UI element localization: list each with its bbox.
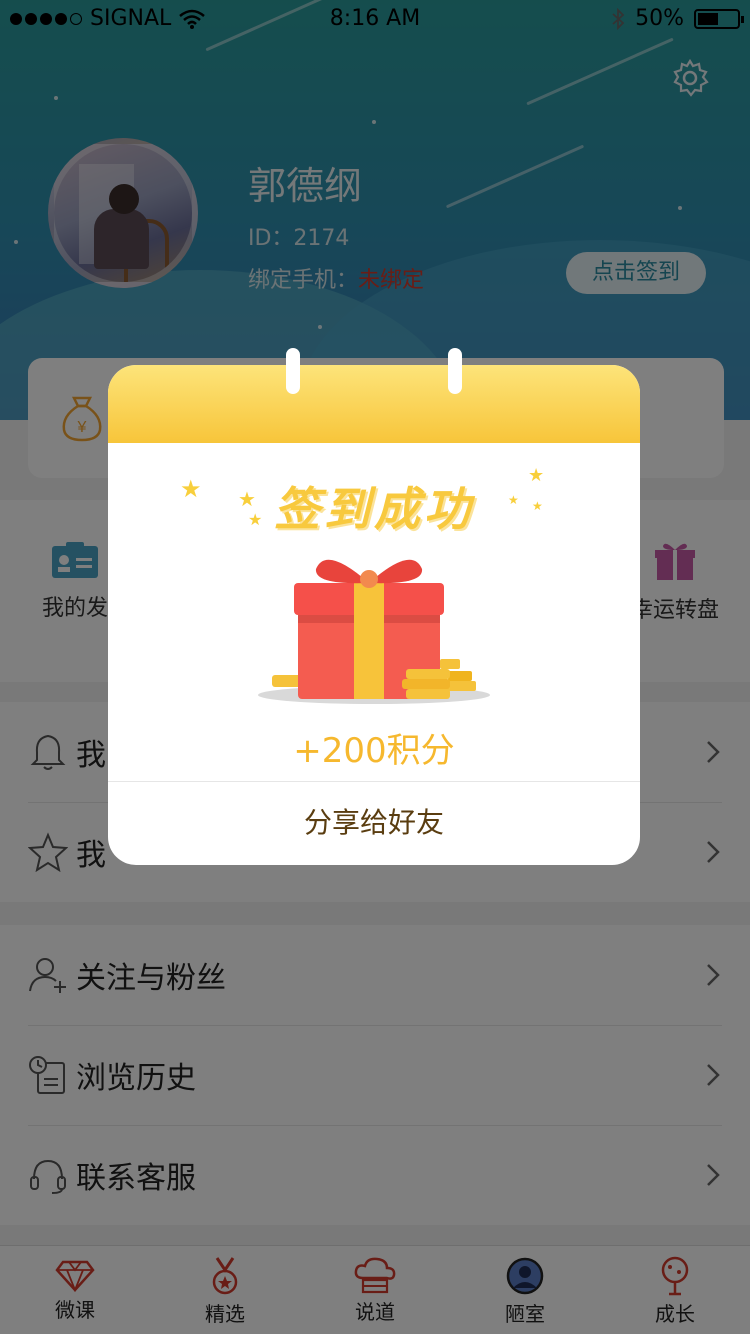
points-reward: +200积分 (293, 731, 455, 771)
calendar-ring-icon (448, 348, 462, 394)
calendar-ring-icon (286, 348, 300, 394)
modal-title: 签到成功 (274, 482, 474, 536)
modal-calendar-top (108, 365, 640, 443)
share-to-friends-button[interactable]: 分享给好友 (108, 781, 640, 865)
checkin-success-modal: ★ ★ ★ ★ ★ ★ 签到成功 +200积分 分享给好友 (108, 365, 640, 865)
gift-box-icon (258, 559, 490, 704)
